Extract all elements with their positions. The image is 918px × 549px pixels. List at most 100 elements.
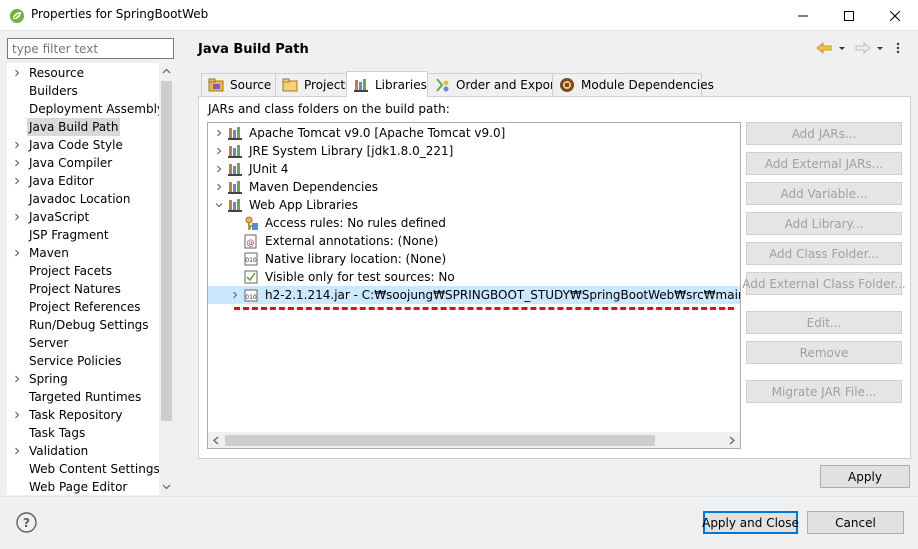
tab-projects[interactable]: Projects [275,73,351,97]
library-detail-row[interactable]: @ External annotations: (None) [208,232,740,250]
tab-source[interactable]: Source [201,73,276,97]
apply-and-close-button[interactable]: Apply and Close [702,511,799,534]
back-dropdown-button[interactable] [838,40,846,58]
library-icon [227,179,243,195]
chevron-right-icon[interactable] [13,375,21,383]
filter-input[interactable] [7,38,174,59]
nav-item[interactable]: Deployment Assembly [7,100,164,118]
library-detail-row[interactable]: 010 Native library location: (None) [208,250,740,268]
nav-item[interactable]: Task Tags [7,424,159,442]
tab-libraries[interactable]: Libraries [346,71,428,97]
remove-button[interactable]: Remove [746,341,902,364]
tree-item-label: Maven Dependencies [249,180,379,194]
tab-order-and-export[interactable]: Order and Export [427,73,560,97]
minimize-button[interactable] [780,0,826,31]
nav-item-label: Resource [29,66,85,80]
help-icon[interactable]: ? [16,512,37,533]
edit-button[interactable]: Edit... [746,311,902,334]
view-menu-button[interactable] [894,40,902,58]
chevron-right-icon[interactable] [215,183,223,191]
nav-item[interactable]: Targeted Runtimes [7,388,159,406]
chevron-right-icon[interactable] [13,213,21,221]
scroll-left-icon[interactable] [212,436,221,445]
svg-text:010: 010 [245,257,257,264]
svg-text:?: ? [23,516,30,530]
chevron-right-icon[interactable] [13,411,21,419]
scrollbar-thumb[interactable] [161,81,172,421]
tab-module-dependencies[interactable]: Module Dependencies [552,73,714,97]
scroll-up-icon[interactable] [162,67,171,76]
chevron-right-icon[interactable] [13,177,21,185]
nav-item[interactable]: Web Page Editor [7,478,159,495]
nav-item[interactable]: Java Compiler [7,154,159,172]
back-button[interactable] [816,40,832,58]
library-container-row[interactable]: Web App Libraries [208,196,740,214]
cancel-button[interactable]: Cancel [807,511,904,534]
library-container-row[interactable]: Apache Tomcat v9.0 [Apache Tomcat v9.0] [208,124,740,142]
nav-item[interactable]: Java Build Path [7,118,159,136]
library-container-row[interactable]: Maven Dependencies [208,178,740,196]
maximize-button[interactable] [826,0,872,31]
chevron-right-icon[interactable] [13,69,21,77]
forward-button[interactable] [855,40,871,58]
add-jars-button[interactable]: Add JARs... [746,122,902,145]
nav-item[interactable]: Builders [7,82,159,100]
nav-item[interactable]: Project Natures [7,280,159,298]
chevron-right-icon[interactable] [13,249,21,257]
add-external-class-folder-button[interactable]: Add External Class Folder... [742,272,906,295]
nav-item[interactable]: Server [7,334,159,352]
tab-label: Projects [304,78,352,92]
nav-item[interactable]: Java Code Style [7,136,159,154]
migrate-jar-file-button[interactable]: Migrate JAR File... [746,380,902,403]
nav-item[interactable]: Service Policies [7,352,159,370]
nav-item[interactable]: Task Repository [7,406,159,424]
chevron-down-icon[interactable] [215,201,223,209]
scroll-right-icon[interactable] [727,436,736,445]
apply-button[interactable]: Apply [820,465,910,488]
native-library-icon: 010 [243,251,259,267]
library-detail-row[interactable]: Access rules: No rules defined [208,214,740,232]
vertical-scrollbar[interactable] [159,63,174,495]
nav-item[interactable]: Project Facets [7,262,159,280]
nav-item[interactable]: Validation [7,442,159,460]
nav-item[interactable]: Spring [7,370,159,388]
add-variable-button[interactable]: Add Variable... [746,182,902,205]
tab-label: Source [230,78,272,92]
chevron-right-icon[interactable] [231,291,239,299]
chevron-right-icon[interactable] [215,147,223,155]
nav-item[interactable]: Java Editor [7,172,159,190]
library-container-row[interactable]: JUnit 4 [208,160,740,178]
add-class-folder-button[interactable]: Add Class Folder... [746,242,902,265]
nav-item[interactable]: Project References [7,298,159,316]
libraries-tree[interactable]: 010 h2-2.1.214.jar - C:₩soojung₩SPRINGBOO… [207,122,741,449]
chevron-right-icon[interactable] [13,159,21,167]
forward-dropdown-button[interactable] [876,40,884,58]
horizontal-scrollbar[interactable] [208,432,740,448]
nav-item-label: Javadoc Location [29,192,131,206]
chevron-right-icon[interactable] [215,165,223,173]
nav-item[interactable]: JavaScript [7,208,159,226]
scrollbar-thumb[interactable] [225,435,655,446]
library-detail-row[interactable]: 010 h2-2.1.214.jar - C:₩soojung₩SPRINGBOO… [208,286,740,304]
add-external-jars-button[interactable]: Add External JARs... [746,152,902,175]
nav-item[interactable]: Run/Debug Settings [7,316,159,334]
nav-item-label: JSP Fragment [29,228,109,242]
library-container-row[interactable]: JRE System Library [jdk1.8.0_221] [208,142,740,160]
nav-item[interactable]: Javadoc Location [7,190,159,208]
tree-item-label: JUnit 4 [249,162,289,176]
chevron-right-icon[interactable] [13,141,21,149]
nav-item[interactable]: Maven [7,244,159,262]
library-detail-row[interactable]: Visible only for test sources: No [208,268,740,286]
annotations-icon: @ [243,233,259,249]
title-bar: Properties for SpringBootWeb [0,0,918,31]
nav-item[interactable]: Web Content Settings [7,460,160,478]
nav-item[interactable]: Resource [7,64,159,82]
add-library-button[interactable]: Add Library... [746,212,902,235]
nav-item-label: Run/Debug Settings [29,318,149,332]
chevron-right-icon[interactable] [13,447,21,455]
close-button[interactable] [872,0,918,31]
chevron-right-icon[interactable] [215,129,223,137]
nav-item[interactable]: JSP Fragment [7,226,159,244]
library-icon [227,197,243,213]
scroll-down-icon[interactable] [162,482,171,491]
